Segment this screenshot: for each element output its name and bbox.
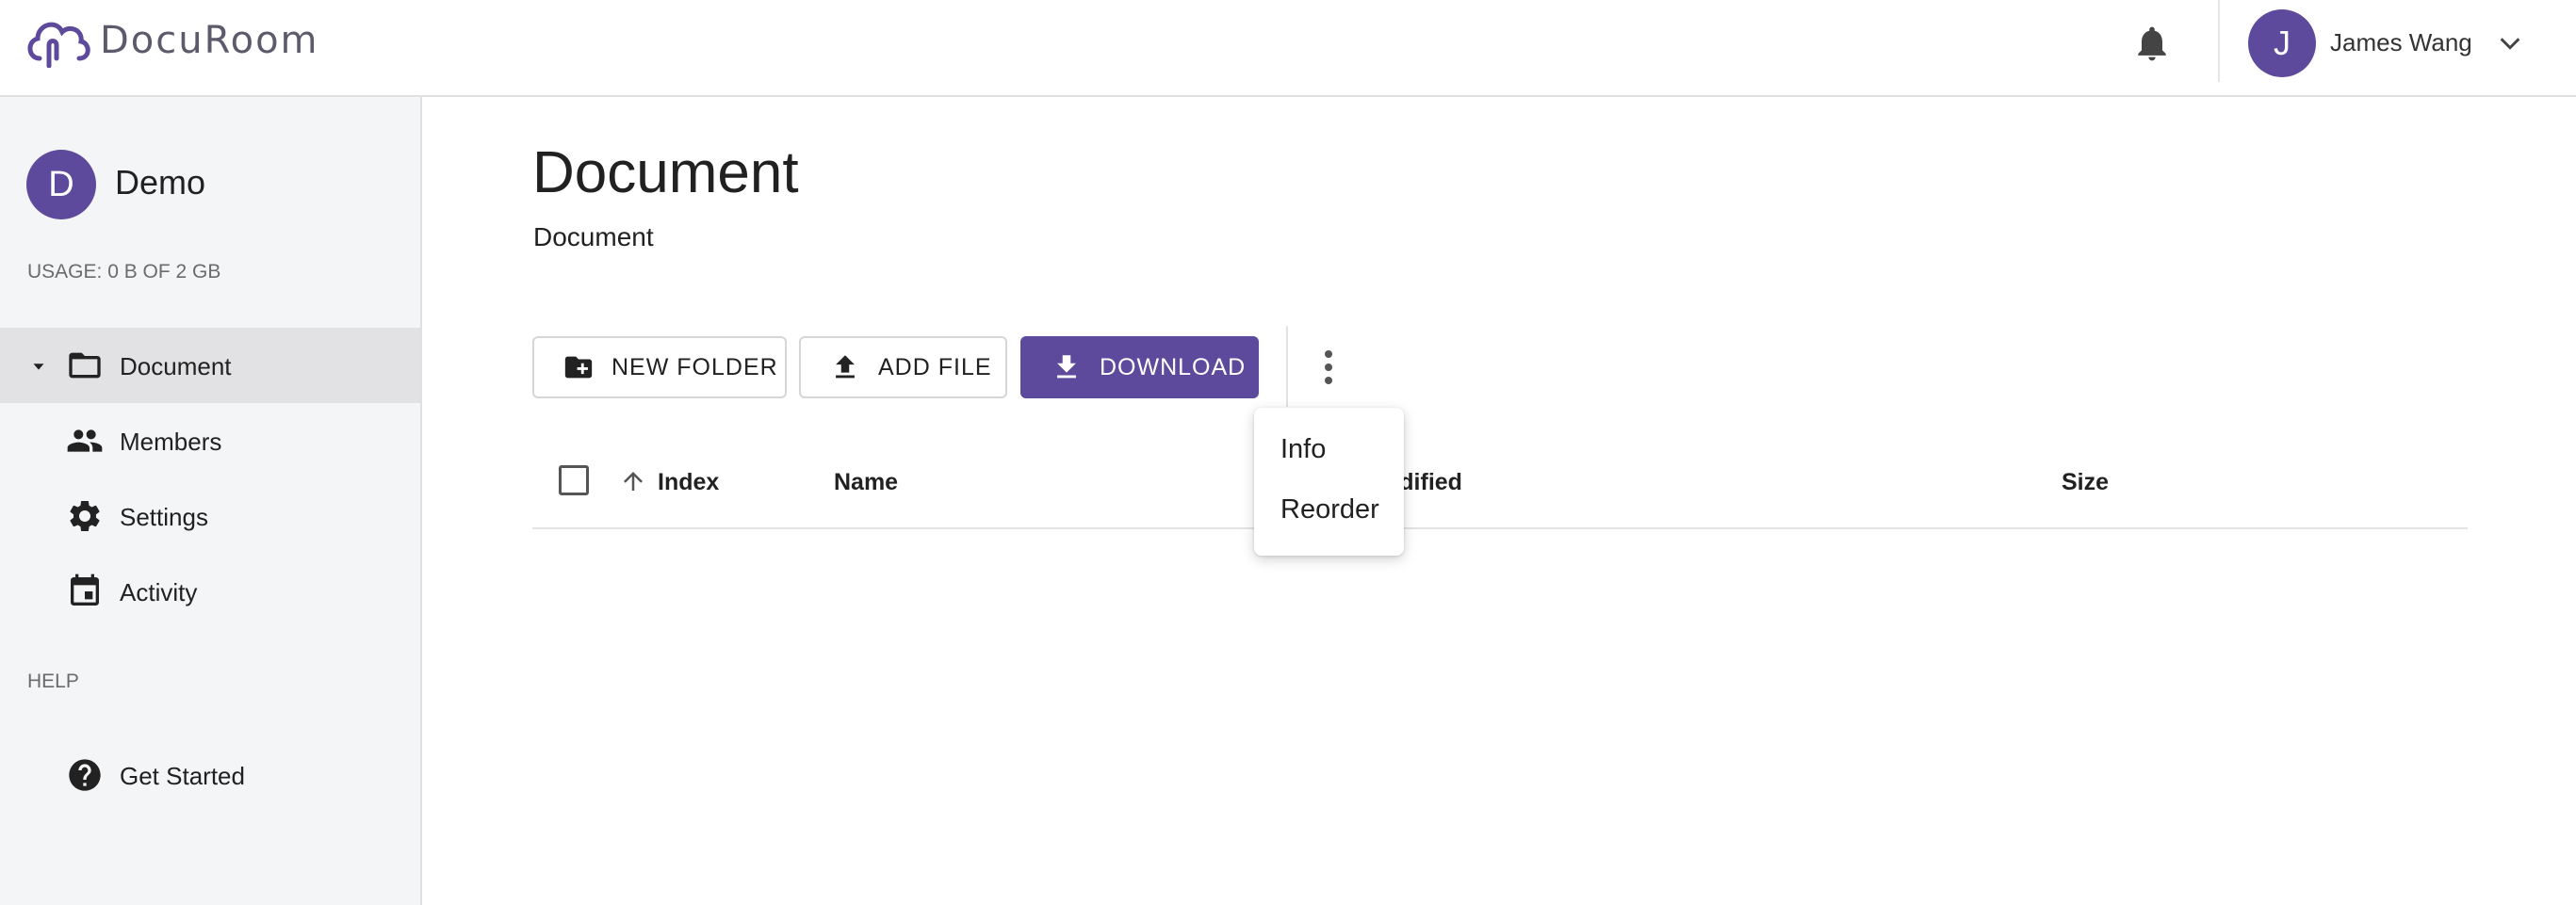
org-avatar[interactable]: D [26, 150, 96, 219]
sidebar-item-label: Members [120, 428, 222, 456]
help-section-heading: HELP [27, 671, 79, 692]
gear-icon [66, 497, 104, 535]
column-header-size[interactable]: Size [2062, 469, 2109, 496]
more-vert-icon[interactable] [1310, 343, 1347, 392]
select-all-checkbox[interactable] [559, 465, 589, 495]
user-avatar[interactable]: J [2248, 9, 2316, 77]
menu-item-info[interactable]: Info [1280, 434, 1326, 465]
help-circle-icon [66, 756, 104, 794]
more-options-menu: Info Reorder [1254, 408, 1404, 556]
app-logo[interactable]: DocuRoom [24, 13, 319, 68]
header-divider [2218, 0, 2220, 82]
breadcrumb[interactable]: Document [533, 222, 654, 252]
org-name[interactable]: Demo [115, 163, 205, 202]
table-header: Index Name odified Size [532, 443, 2468, 529]
download-icon [1057, 355, 1076, 379]
chevron-down-icon[interactable] [2495, 28, 2525, 58]
sidebar-item-label: Activity [120, 578, 198, 606]
people-icon [66, 422, 104, 460]
notification-bell-icon[interactable] [2131, 23, 2173, 64]
menu-item-reorder[interactable]: Reorder [1280, 494, 1379, 525]
app-name: DocuRoom [100, 19, 319, 62]
sidebar-item-label: Settings [120, 503, 208, 531]
sidebar-item-activity[interactable]: Activity [0, 554, 420, 629]
sidebar-item-label: Document [120, 352, 232, 380]
sidebar-item-document[interactable]: Document [0, 328, 420, 403]
add-file-button[interactable]: ADD FILE [799, 336, 1007, 398]
arrow-up-icon[interactable] [619, 467, 647, 495]
sidebar-item-settings[interactable]: Settings [0, 478, 420, 554]
add-file-label: ADD FILE [878, 353, 992, 380]
sidebar-item-members[interactable]: Members [0, 403, 420, 478]
download-button[interactable]: DOWNLOAD [1020, 336, 1259, 398]
top-header: DocuRoom J James Wang [0, 0, 2576, 97]
new-folder-label: NEW FOLDER [611, 353, 778, 380]
storage-usage: USAGE: 0 B OF 2 GB [27, 261, 221, 283]
caret-down-icon[interactable] [28, 356, 49, 377]
new-folder-button[interactable]: NEW FOLDER [532, 336, 787, 398]
cloud-logo-icon [24, 13, 92, 68]
column-header-name[interactable]: Name [834, 469, 898, 496]
column-header-index[interactable]: Index [658, 469, 719, 496]
sidebar-item-get-started[interactable]: Get Started [0, 737, 420, 813]
calendar-icon [66, 573, 104, 610]
sidebar: D Demo USAGE: 0 B OF 2 GB Document Membe… [0, 97, 422, 905]
sidebar-item-label: Get Started [120, 762, 245, 790]
user-name[interactable]: James Wang [2330, 28, 2472, 57]
folder-add-icon [564, 356, 593, 379]
upload-icon [836, 355, 855, 379]
download-label: DOWNLOAD [1100, 353, 1247, 380]
page-title: Document [532, 140, 799, 205]
folder-open-icon [66, 347, 104, 384]
toolbar-divider [1286, 326, 1288, 407]
